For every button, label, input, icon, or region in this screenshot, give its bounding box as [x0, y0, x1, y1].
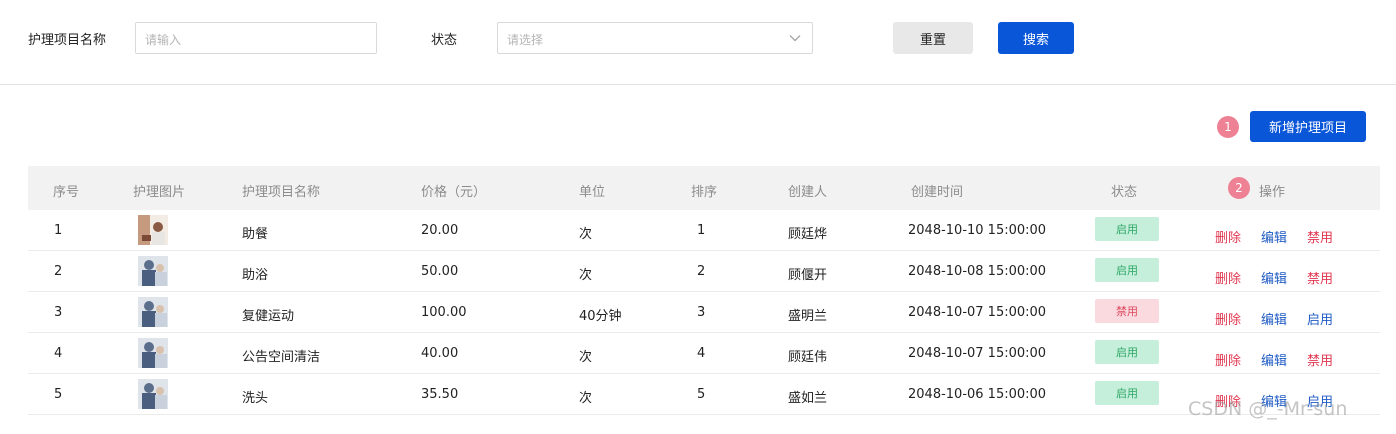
row-price: 100.00 — [421, 305, 467, 320]
care-photo — [138, 338, 168, 368]
row-unit: 次 — [579, 227, 593, 242]
row-created-time: 2048-10-10 15:00:00 — [908, 223, 1047, 238]
table-row: 5 洗头 35.50 次 5 盛如兰 2048-10-06 15:00:00 启… — [28, 374, 1380, 415]
row-price: 50.00 — [421, 264, 459, 279]
care-photo — [138, 215, 168, 245]
row-creator: 顾廷烨 — [788, 227, 828, 242]
table-header: 序号 护理图片 护理项目名称 价格（元） 单位 排序 创建人 创建时间 状态 2… — [28, 166, 1380, 210]
row-created-time: 2048-10-07 15:00:00 — [908, 346, 1047, 361]
row-no: 3 — [54, 305, 63, 320]
status-badge: 启用 — [1095, 258, 1159, 282]
chevron-down-icon — [789, 35, 801, 42]
row-creator: 顾偃开 — [788, 268, 828, 283]
disable-link[interactable]: 禁用 — [1307, 268, 1333, 287]
row-unit: 次 — [579, 268, 593, 283]
disable-link[interactable]: 禁用 — [1307, 350, 1333, 369]
edit-link[interactable]: 编辑 — [1261, 309, 1287, 328]
col-header-status: 状态 — [1111, 185, 1138, 200]
col-header-created-time: 创建时间 — [911, 185, 964, 200]
row-creator: 顾廷伟 — [788, 350, 828, 365]
row-creator: 盛明兰 — [788, 309, 828, 324]
col-header-image: 护理图片 — [133, 185, 186, 200]
name-search-input[interactable]: 请输入 — [135, 22, 377, 54]
row-price: 20.00 — [421, 223, 459, 238]
col-header-sort: 排序 — [691, 185, 718, 200]
row-name: 公告空间清洁 — [242, 350, 321, 365]
name-search-placeholder: 请输入 — [145, 33, 182, 47]
row-creator: 盛如兰 — [788, 391, 828, 406]
col-header-creator: 创建人 — [788, 185, 828, 200]
care-photo — [138, 379, 168, 409]
filter-bar: 护理项目名称 请输入 状态 请选择 重置 搜索 — [0, 0, 1396, 85]
delete-link[interactable]: 删除 — [1215, 227, 1241, 246]
row-no: 1 — [54, 223, 63, 238]
disable-link[interactable]: 禁用 — [1307, 227, 1333, 246]
col-header-name: 护理项目名称 — [242, 185, 321, 200]
step-badge-2: 2 — [1228, 177, 1250, 199]
enable-link[interactable]: 启用 — [1307, 309, 1333, 328]
edit-link[interactable]: 编辑 — [1261, 350, 1287, 369]
table-row: 1 助餐 20.00 次 1 顾廷烨 2048-10-10 15:00:00 启… — [28, 210, 1380, 251]
row-name: 助浴 — [242, 268, 269, 283]
edit-link[interactable]: 编辑 — [1261, 268, 1287, 287]
csdn-watermark: CSDN @_-Mr-sun — [1188, 398, 1348, 420]
row-price: 40.00 — [421, 346, 459, 361]
row-price: 35.50 — [421, 387, 459, 402]
delete-link[interactable]: 删除 — [1215, 309, 1241, 328]
name-filter-label: 护理项目名称 — [28, 33, 107, 48]
row-sort: 5 — [697, 387, 706, 402]
table-row: 2 助浴 50.00 次 2 顾偃开 2048-10-08 15:00:00 启… — [28, 251, 1380, 292]
reset-button[interactable]: 重置 — [893, 22, 973, 54]
care-photo — [138, 297, 168, 327]
delete-link[interactable]: 删除 — [1215, 268, 1241, 287]
table-row: 3 复健运动 100.00 40分钟 3 盛明兰 2048-10-07 15:0… — [28, 292, 1380, 333]
add-care-item-button[interactable]: 新增护理项目 — [1250, 111, 1366, 142]
col-header-price: 价格（元） — [421, 185, 487, 200]
col-header-actions: 操作 — [1259, 185, 1286, 200]
row-sort: 4 — [697, 346, 706, 361]
row-no: 4 — [54, 346, 63, 361]
col-header-unit: 单位 — [579, 185, 606, 200]
status-badge: 启用 — [1095, 381, 1159, 405]
row-no: 2 — [54, 264, 63, 279]
status-badge: 启用 — [1095, 340, 1159, 364]
row-name: 复健运动 — [242, 309, 295, 324]
row-created-time: 2048-10-06 15:00:00 — [908, 387, 1047, 402]
status-badge: 禁用 — [1095, 299, 1159, 323]
care-photo — [138, 256, 168, 286]
row-unit: 次 — [579, 350, 593, 365]
row-created-time: 2048-10-08 15:00:00 — [908, 264, 1047, 279]
status-filter-label: 状态 — [431, 33, 458, 48]
row-no: 5 — [54, 387, 63, 402]
row-unit: 40分钟 — [579, 309, 622, 324]
table-row: 4 公告空间清洁 40.00 次 4 顾廷伟 2048-10-07 15:00:… — [28, 333, 1380, 374]
delete-link[interactable]: 删除 — [1215, 350, 1241, 369]
step-badge-1: 1 — [1217, 116, 1239, 138]
edit-link[interactable]: 编辑 — [1261, 227, 1287, 246]
status-badge: 启用 — [1095, 217, 1159, 241]
row-name: 助餐 — [242, 227, 269, 242]
search-button[interactable]: 搜索 — [998, 22, 1074, 54]
status-select[interactable]: 请选择 — [497, 22, 813, 54]
row-unit: 次 — [579, 391, 593, 406]
row-created-time: 2048-10-07 15:00:00 — [908, 305, 1047, 320]
status-select-placeholder: 请选择 — [507, 33, 544, 47]
row-sort: 3 — [697, 305, 706, 320]
col-header-no: 序号 — [53, 185, 80, 200]
row-name: 洗头 — [242, 391, 269, 406]
row-sort: 1 — [697, 223, 706, 238]
row-sort: 2 — [697, 264, 706, 279]
